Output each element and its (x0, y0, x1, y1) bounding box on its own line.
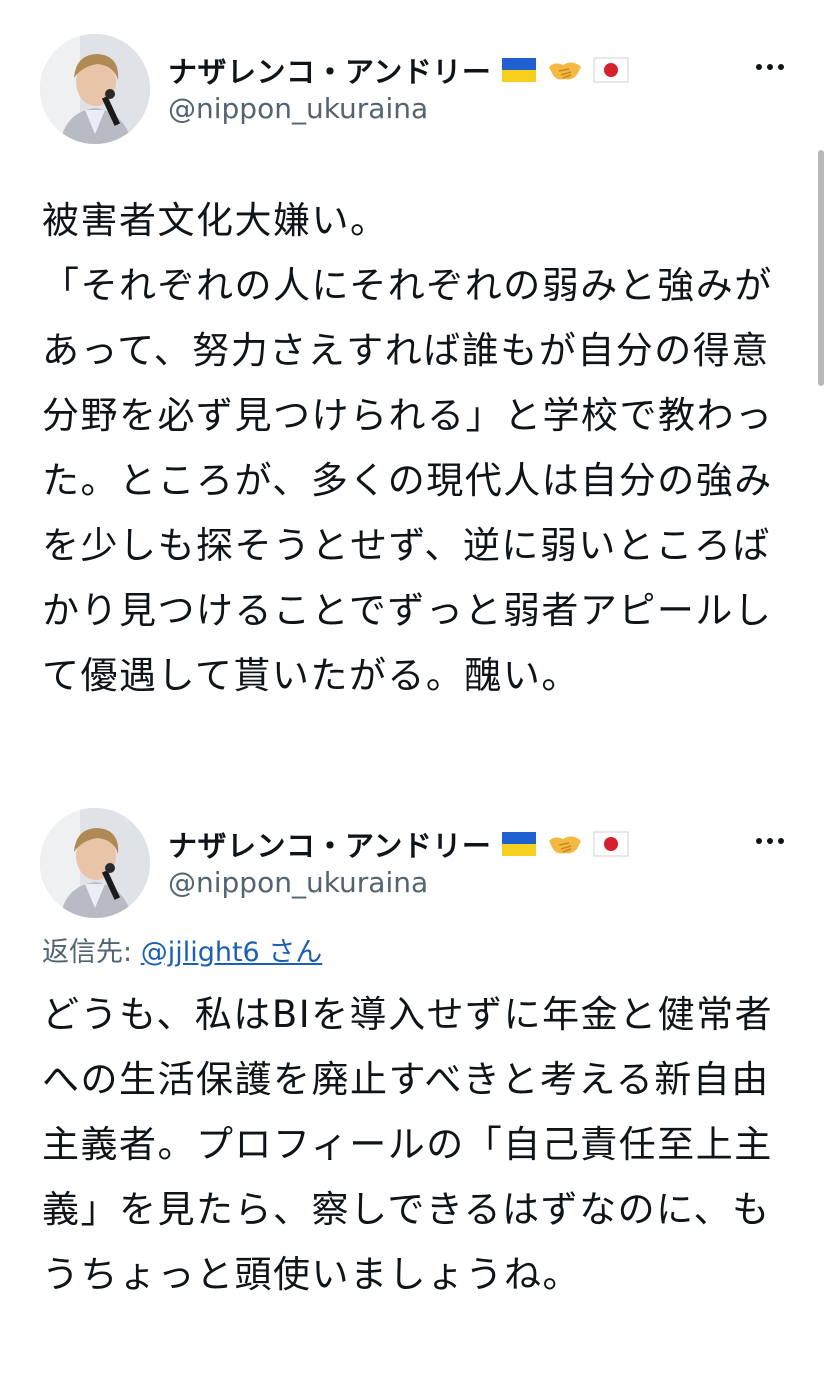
ukraine-flag-icon (502, 58, 537, 82)
tweet-header: ナザレンコ・アンドリー @nippon_ukuraina (0, 778, 828, 928)
display-name[interactable]: ナザレンコ・アンドリー (168, 49, 491, 91)
handshake-icon (549, 836, 582, 854)
author-handle[interactable]: @nippon_ukuraina (168, 866, 428, 899)
author-name-row[interactable]: ナザレンコ・アンドリー (168, 824, 629, 864)
reply-to-prefix: 返信先: (42, 937, 141, 968)
avatar[interactable] (40, 34, 150, 144)
reply-to-user-link[interactable]: @jjlight6 さん (141, 937, 323, 968)
scrollbar[interactable] (818, 150, 824, 386)
tweet-header: ナザレンコ・アンドリー @nippon_ukuraina (0, 0, 828, 150)
japan-flag-icon (593, 57, 629, 83)
japan-flag-icon (593, 831, 629, 857)
display-name[interactable]: ナザレンコ・アンドリー (168, 823, 491, 865)
tweet-text: どうも、私はBIを導入せずに年金と健常者への生活保護を廃止すべきと考える新自由主… (42, 993, 774, 1296)
author-name-row[interactable]: ナザレンコ・アンドリー (168, 50, 629, 90)
more-options-icon[interactable] (752, 826, 788, 856)
avatar[interactable] (40, 808, 150, 918)
reply-to: 返信先: @jjlight6 さん (42, 930, 322, 969)
tweet-text: 被害者文化大嫌い。 「それぞれの人にそれぞれの弱みと強みがあって、努力さえすれば… (42, 199, 774, 697)
author-handle[interactable]: @nippon_ukuraina (168, 92, 428, 125)
ukraine-flag-icon (502, 832, 537, 856)
handshake-icon (549, 62, 582, 80)
more-options-icon[interactable] (752, 52, 788, 82)
